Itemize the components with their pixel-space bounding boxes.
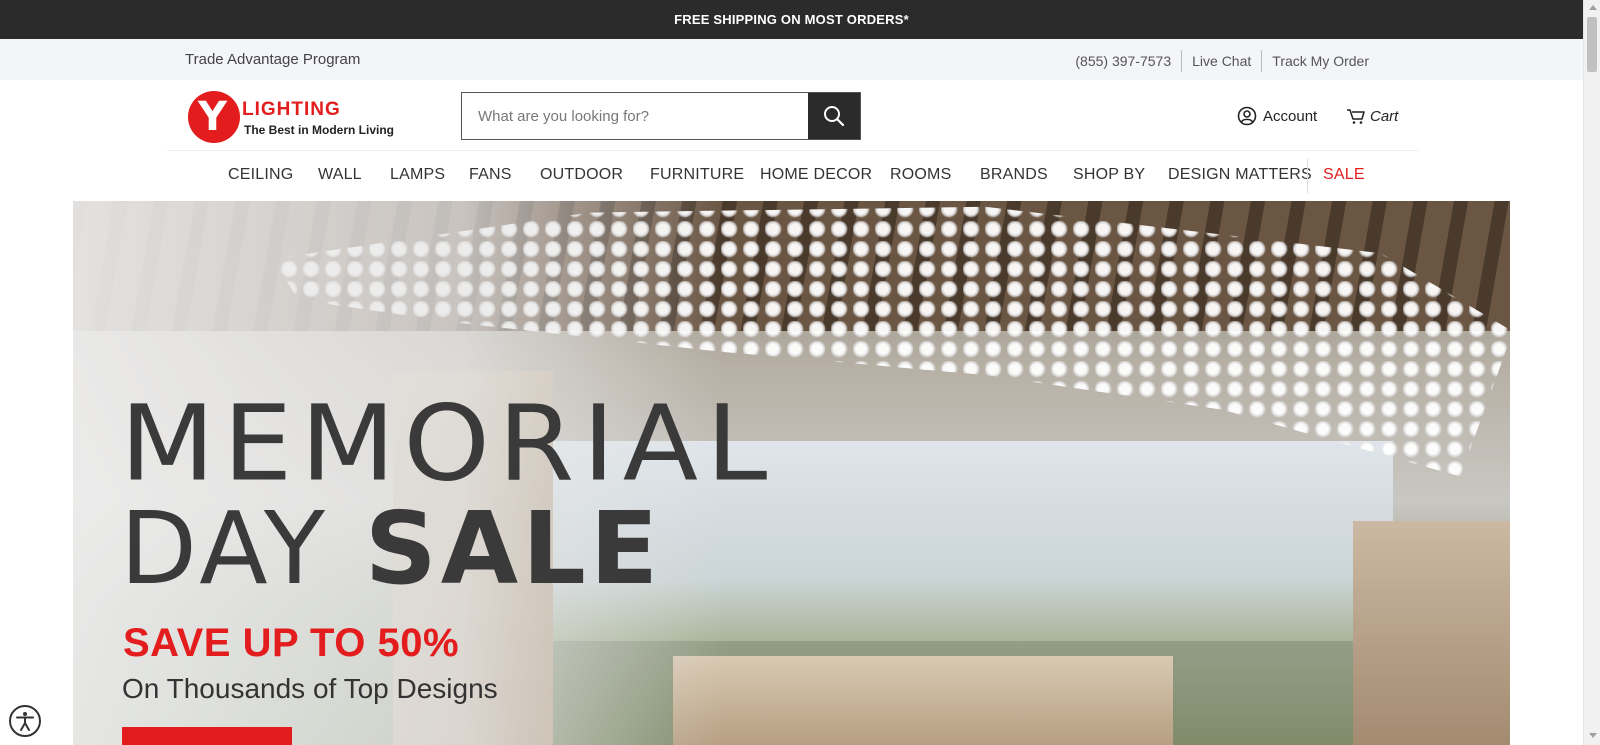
promo-text: FREE SHIPPING ON MOST ORDERS* [674, 12, 909, 27]
hero-title-light: DAY [120, 490, 365, 607]
header: Y LIGHTING The Best in Modern Living Acc… [0, 80, 1583, 150]
hero-save-text: SAVE UP TO 50% [123, 621, 460, 665]
nav-item-sale[interactable]: SALE [1323, 166, 1365, 184]
utility-links: (855) 397-7573 Live Chat Track My Order [1075, 50, 1369, 72]
scroll-thumb[interactable] [1587, 17, 1597, 72]
utility-bar: Trade Advantage Program (855) 397-7573 L… [0, 39, 1583, 80]
nav-item-rooms[interactable]: ROOMS [890, 166, 951, 184]
hero-title-line2: DAY SALE [120, 499, 662, 599]
main-nav: CEILING WALL LAMPS FANS OUTDOOR FURNITUR… [0, 151, 1583, 199]
nav-item-shop-by[interactable]: SHOP BY [1073, 166, 1145, 184]
hero-banner[interactable]: MEMORIAL DAY SALE SAVE UP TO 50% On Thou… [73, 201, 1510, 745]
nav-item-outdoor[interactable]: OUTDOOR [540, 166, 623, 184]
nav-divider [1307, 159, 1308, 193]
nav-item-lamps[interactable]: LAMPS [390, 166, 445, 184]
logo-letter: Y [198, 94, 227, 140]
hero-cta-button[interactable] [122, 727, 292, 745]
nav-item-furniture[interactable]: FURNITURE [650, 166, 744, 184]
user-icon [1237, 106, 1257, 126]
trade-program-link[interactable]: Trade Advantage Program [185, 51, 360, 68]
nav-item-ceiling[interactable]: CEILING [228, 166, 293, 184]
nav-item-home-decor[interactable]: HOME DECOR [760, 166, 872, 184]
nav-item-fans[interactable]: FANS [469, 166, 512, 184]
hero-title-bold: SALE [364, 490, 663, 607]
account-link[interactable]: Account [1237, 106, 1317, 126]
search-icon [824, 106, 845, 127]
site-logo[interactable]: Y LIGHTING The Best in Modern Living [188, 91, 394, 143]
hero-subtitle: On Thousands of Top Designs [122, 673, 498, 704]
scroll-up-arrow-icon[interactable] [1589, 5, 1597, 10]
cart-label: Cart [1370, 107, 1399, 125]
account-label: Account [1263, 107, 1318, 125]
promo-bar: FREE SHIPPING ON MOST ORDERS* [0, 0, 1583, 39]
search-button[interactable] [808, 93, 860, 139]
nav-item-wall[interactable]: WALL [318, 166, 362, 184]
search-bar [461, 92, 861, 140]
nav-item-brands[interactable]: BRANDS [980, 166, 1048, 184]
track-order-link[interactable]: Track My Order [1272, 53, 1369, 69]
nav-item-design-matters[interactable]: DESIGN MATTERS [1168, 166, 1312, 184]
cart-link[interactable]: Cart [1346, 106, 1398, 126]
logo-tagline: The Best in Modern Living [244, 123, 395, 137]
scroll-down-arrow-icon[interactable] [1589, 733, 1597, 738]
divider [1261, 50, 1263, 72]
hero-background-wall [1353, 521, 1510, 745]
phone-link[interactable]: (855) 397-7573 [1075, 53, 1171, 69]
cart-icon [1347, 109, 1365, 124]
accessibility-icon [16, 712, 34, 731]
logo-wordmark: LIGHTING [242, 99, 341, 120]
page-scrollbar[interactable] [1583, 0, 1600, 745]
live-chat-link[interactable]: Live Chat [1192, 53, 1251, 69]
hero-background-table [673, 656, 1173, 745]
hero-title-line1: MEMORIAL [120, 382, 776, 505]
divider [1181, 50, 1183, 72]
accessibility-button[interactable] [9, 705, 41, 737]
search-input[interactable] [462, 93, 808, 139]
